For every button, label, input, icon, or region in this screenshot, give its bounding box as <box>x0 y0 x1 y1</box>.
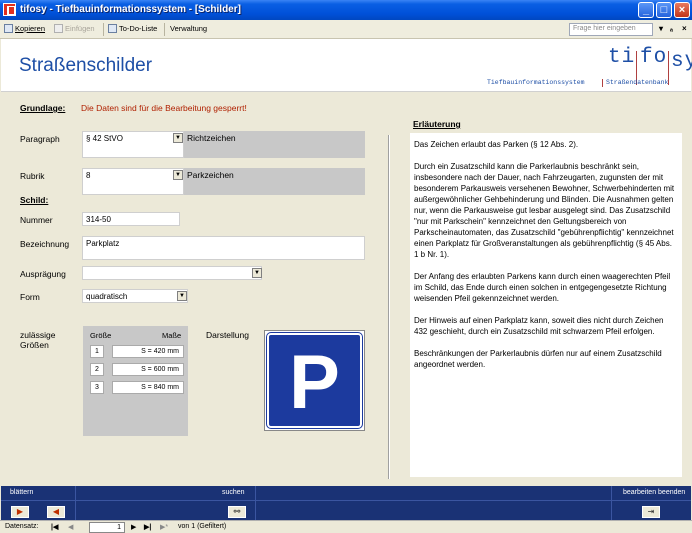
next-record-button[interactable]: ▶ <box>11 506 29 518</box>
rubrik-select[interactable]: 8 <box>82 168 184 195</box>
grundlage-label: Grundlage: <box>20 103 66 113</box>
form-area: Grundlage: Die Daten sind für die Bearbe… <box>1 93 691 486</box>
admin-button[interactable]: Verwaltung <box>170 24 207 33</box>
sizes-panel: Größe Maße 1 S = 420 mm 2 S = 600 mm 3 S… <box>83 326 188 436</box>
locked-notice: Die Daten sind für die Bearbeitung gespe… <box>81 103 247 113</box>
auspraegung-label: Ausprägung <box>20 269 66 279</box>
page-header: Straßenschilder ti fo sy Tiefbauinformat… <box>1 39 692 92</box>
sizes-col-measure: Maße <box>162 331 182 340</box>
app-icon <box>3 3 16 16</box>
door-exit-icon: ⇥ <box>647 507 655 516</box>
bezeichnung-field[interactable]: Parkplatz <box>82 236 365 260</box>
size-measure: S = 600 mm <box>112 363 184 376</box>
close-button[interactable]: × <box>674 2 690 18</box>
title-bar: tifosy - Tiefbauinformationssystem - [Sc… <box>0 0 692 20</box>
toolbar-separator <box>164 23 165 36</box>
restore-icon[interactable]: ₐ <box>670 24 673 33</box>
sizes-col-size: Größe <box>90 331 112 340</box>
size-measure: S = 420 mm <box>112 345 184 358</box>
size-number: 2 <box>90 363 104 376</box>
new-record-button[interactable]: ▶* <box>160 523 168 531</box>
copy-icon <box>4 24 13 33</box>
form-select[interactable]: quadratisch <box>82 289 188 303</box>
paragraph-label: Paragraph <box>20 134 60 144</box>
paragraph-select[interactable]: § 42 StVO <box>82 131 184 158</box>
size-number: 1 <box>90 345 104 358</box>
search-button[interactable]: ⚯ <box>228 506 246 518</box>
vertical-divider <box>388 135 390 479</box>
prev-record-button[interactable]: ◀ <box>68 523 73 531</box>
toolbar-separator <box>103 23 104 36</box>
copy-button[interactable]: Kopieren <box>4 24 45 33</box>
dropdown-icon[interactable]: ▾ <box>659 24 663 33</box>
sign-letter: P <box>289 340 340 425</box>
binoculars-icon: ⚯ <box>233 507 241 516</box>
rubrik-label: Rubrik <box>20 171 45 181</box>
size-measure: S = 840 mm <box>112 381 184 394</box>
record-total: von 1 (Gefiltert) <box>178 523 227 530</box>
exit-button[interactable]: ⇥ <box>642 506 660 518</box>
toolbar: Kopieren Einfügen To-Do-Liste Verwaltung… <box>0 20 692 39</box>
minimize-button[interactable]: _ <box>638 2 654 18</box>
size-number: 3 <box>90 381 104 394</box>
arrow-right-icon: ▶ <box>16 507 24 516</box>
todo-button[interactable]: To-Do-Liste <box>108 24 157 33</box>
exit-label: bearbeiten beenden <box>623 489 686 496</box>
chevron-down-icon[interactable]: ▼ <box>173 170 183 180</box>
tifosy-logo: ti fo sy Tiefbauinformationssystem Straß… <box>487 46 692 87</box>
paste-button[interactable]: Einfügen <box>54 24 95 33</box>
search-label: suchen <box>222 489 245 496</box>
window-title: tifosy - Tiefbauinformationssystem - [Sc… <box>20 4 241 15</box>
chevron-down-icon[interactable]: ▼ <box>173 133 183 143</box>
chevron-down-icon[interactable]: ▼ <box>252 268 262 278</box>
record-number-input[interactable]: 1 <box>89 522 125 533</box>
display-label: Darstellung <box>206 330 249 340</box>
rubrik-description: Parkzeichen <box>184 168 365 195</box>
paragraph-description: Richtzeichen <box>184 131 365 158</box>
help-search-input[interactable]: Frage hier eingeben <box>569 23 653 36</box>
bezeichnung-label: Bezeichnung <box>20 239 70 249</box>
auspraegung-select[interactable] <box>82 266 262 280</box>
record-navigator: Datensatz: |◀ ◀ 1 ▶ ▶| ▶* von 1 (Gefilte… <box>0 520 692 533</box>
schild-label: Schild: <box>20 195 49 205</box>
record-label: Datensatz: <box>5 523 39 530</box>
close-doc-icon[interactable]: × <box>682 24 687 33</box>
previous-record-button[interactable]: ◀ <box>47 506 65 518</box>
last-record-button[interactable]: ▶| <box>144 523 151 531</box>
form-label: Form <box>20 292 40 302</box>
maximize-button[interactable]: □ <box>656 2 672 18</box>
nummer-label: Nummer <box>20 215 53 225</box>
parking-sign-image: P <box>264 330 365 431</box>
arrow-left-icon: ◀ <box>52 507 60 516</box>
first-record-button[interactable]: |◀ <box>51 523 58 531</box>
explanation-title: Erläuterung <box>413 119 461 129</box>
list-icon <box>108 24 117 33</box>
page-title: Straßenschilder <box>19 55 153 76</box>
paste-icon <box>54 24 63 33</box>
next-record-nav-button[interactable]: ▶ <box>131 523 136 531</box>
sizes-label: zulässige Größen <box>20 330 56 350</box>
nummer-field[interactable]: 314-50 <box>82 212 180 226</box>
browse-label: blättern <box>10 489 34 496</box>
chevron-down-icon[interactable]: ▼ <box>177 291 187 301</box>
explanation-text: Das Zeichen erlaubt das Parken (§ 12 Abs… <box>410 133 682 477</box>
navigation-band: blättern suchen bearbeiten beenden ▶ ◀ ⚯… <box>1 486 691 520</box>
